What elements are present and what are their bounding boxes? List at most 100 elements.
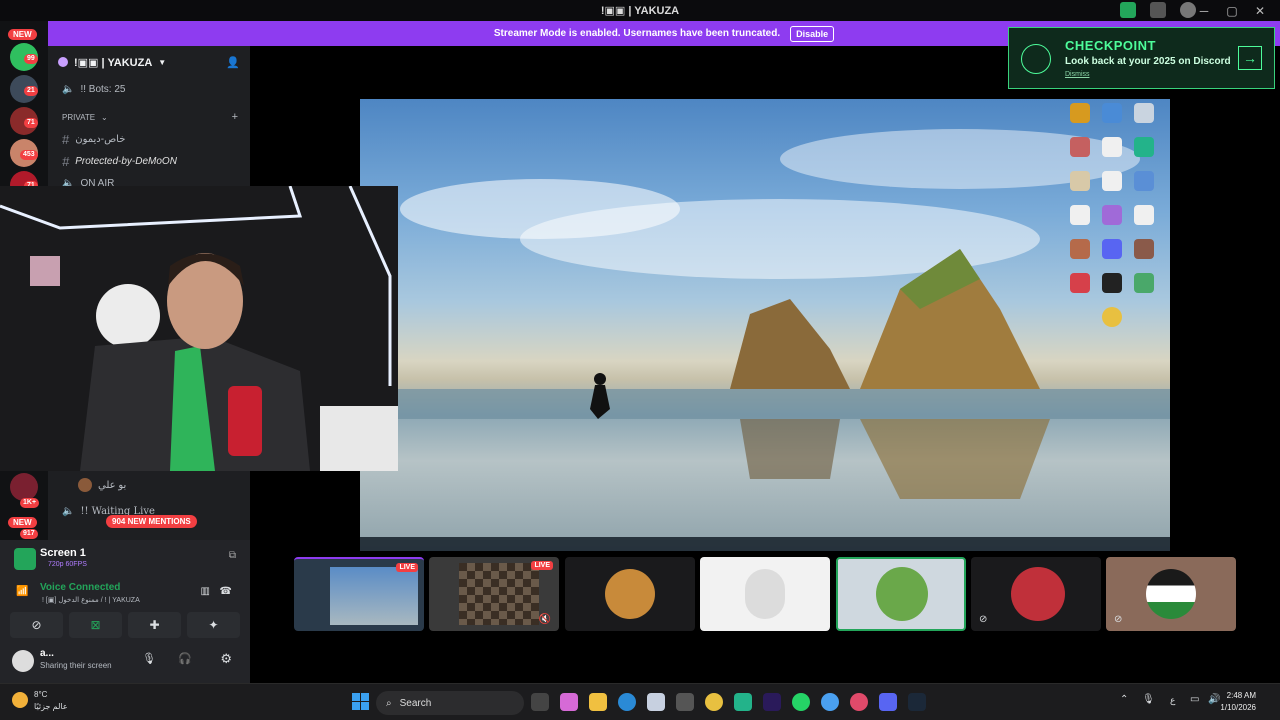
checkpoint-title: CHECKPOINT bbox=[1065, 38, 1156, 53]
participant-tile-stream[interactable]: LIVE bbox=[294, 557, 424, 631]
mention-badge: 453 bbox=[20, 150, 38, 160]
voice-channel-bots[interactable]: 🔈 !! Bots: 25 bbox=[48, 78, 250, 100]
language-indicator[interactable]: ع bbox=[1170, 695, 1175, 706]
arrow-right-icon[interactable]: → bbox=[1238, 46, 1262, 70]
chrome-icon[interactable] bbox=[1102, 307, 1122, 327]
participant-tile-stream[interactable]: LIVE 🔇 bbox=[429, 557, 559, 631]
maximize-button[interactable]: ▢ bbox=[1220, 4, 1244, 18]
participant-tile[interactable] bbox=[565, 557, 695, 631]
chrome-icon[interactable] bbox=[705, 693, 723, 711]
screen-share-row[interactable]: Screen 1 720p 60FPS ⧉ bbox=[10, 546, 240, 572]
participant-tile[interactable] bbox=[700, 557, 830, 631]
participant-tile-speaking[interactable] bbox=[836, 557, 966, 631]
voice-channel-name: ! [▣] ممنوع الدخول / ! | YAKUZA bbox=[42, 597, 140, 604]
channel-demoon[interactable]: # خاص-ديمون bbox=[48, 128, 250, 150]
app-icon[interactable] bbox=[1070, 171, 1090, 191]
soundboard-button[interactable]: ✦ bbox=[187, 612, 240, 638]
channel-label: !! Bots: 25 bbox=[80, 83, 126, 95]
user-status: Sharing their screen bbox=[40, 661, 112, 670]
app-icon[interactable] bbox=[734, 693, 752, 711]
app-icon[interactable] bbox=[1070, 103, 1090, 123]
microphone-icon[interactable]: 🎙 bbox=[142, 652, 156, 665]
system-clock[interactable]: 2:48 AM 1/10/2026 bbox=[1220, 690, 1256, 714]
app-icon[interactable] bbox=[1134, 137, 1154, 157]
activities-button[interactable]: ✚ bbox=[128, 612, 181, 638]
app-icon[interactable] bbox=[676, 693, 694, 711]
user-name: a... bbox=[40, 648, 54, 659]
invite-icon[interactable]: 👤 bbox=[226, 56, 240, 69]
streamer-mode-text: Streamer Mode is enabled. Usernames have… bbox=[493, 28, 781, 39]
voice-connected-row[interactable]: 📶 Voice Connected ! [▣] ممنوع الدخول / !… bbox=[10, 580, 240, 610]
search-box[interactable]: ⌕ Search bbox=[376, 691, 524, 715]
voice-status: Voice Connected bbox=[40, 582, 121, 593]
file-icon[interactable] bbox=[1134, 205, 1154, 225]
category-label: PRIVATE bbox=[62, 112, 96, 122]
remote-taskbar bbox=[360, 537, 1170, 551]
channel-label: خاص-ديمون bbox=[75, 133, 126, 145]
file-explorer-icon[interactable] bbox=[589, 693, 607, 711]
participant-tile[interactable]: ⊘ bbox=[971, 557, 1101, 631]
new-mentions-pill[interactable]: 904 NEW MENTIONS bbox=[106, 515, 197, 528]
app-icon[interactable] bbox=[1134, 171, 1154, 191]
channel-protected[interactable]: # Protected-by-DeMoON bbox=[48, 150, 250, 172]
add-channel-icon[interactable]: + bbox=[232, 111, 238, 123]
weather-label: عالم جزئيًا bbox=[34, 702, 68, 711]
steam-icon[interactable] bbox=[908, 693, 926, 711]
new-badge: NEW bbox=[8, 29, 37, 40]
whatsapp-icon[interactable] bbox=[792, 693, 810, 711]
minimize-button[interactable]: ─ bbox=[1192, 4, 1216, 18]
app-icon[interactable] bbox=[1102, 205, 1122, 225]
camera-toggle-button[interactable]: ⊘ bbox=[10, 612, 63, 638]
category-private[interactable]: PRIVATE ⌄ + bbox=[48, 106, 250, 128]
popout-icon[interactable]: ⧉ bbox=[229, 550, 236, 561]
discord-icon[interactable] bbox=[1102, 239, 1122, 259]
tray-chevron-icon[interactable]: ⌃ bbox=[1120, 694, 1128, 705]
edge-icon[interactable] bbox=[618, 693, 636, 711]
task-view-icon[interactable] bbox=[531, 693, 549, 711]
microphone-tray-icon[interactable]: 🎙 bbox=[1142, 694, 1155, 705]
checkpoint-promo[interactable]: CHECKPOINT Look back at your 2025 on Dis… bbox=[1008, 27, 1275, 89]
network-icon[interactable]: ▭ bbox=[1190, 694, 1199, 705]
gear-icon[interactable]: ⚙ bbox=[220, 651, 232, 667]
premiere-icon[interactable] bbox=[763, 693, 781, 711]
volume-icon[interactable]: 🔊 bbox=[1208, 694, 1220, 705]
participant-tile[interactable]: ⊘ bbox=[1106, 557, 1236, 631]
inbox-flag-icon[interactable] bbox=[1120, 2, 1136, 18]
start-button[interactable] bbox=[352, 693, 369, 710]
mention-badge: 1K+ bbox=[20, 498, 40, 508]
app-icon[interactable] bbox=[1070, 239, 1090, 259]
app-icon[interactable] bbox=[1134, 239, 1154, 259]
discord-icon[interactable] bbox=[879, 693, 897, 711]
file-icon[interactable] bbox=[1102, 137, 1122, 157]
app-icon[interactable] bbox=[1070, 137, 1090, 157]
store-icon[interactable] bbox=[647, 693, 665, 711]
file-icon[interactable] bbox=[1102, 171, 1122, 191]
app-icon[interactable] bbox=[1134, 103, 1154, 123]
avatar bbox=[745, 569, 785, 619]
shared-screen-stream[interactable] bbox=[360, 99, 1170, 551]
live-badge: LIVE bbox=[531, 561, 553, 570]
close-button[interactable]: ✕ bbox=[1248, 4, 1272, 18]
screen-icon[interactable] bbox=[1150, 2, 1166, 18]
music-icon[interactable] bbox=[850, 693, 868, 711]
weather-widget[interactable]: 8°C عالم جزئيًا bbox=[10, 688, 90, 716]
voice-user-row[interactable]: بو علي bbox=[48, 474, 250, 496]
app-icon[interactable] bbox=[1070, 273, 1090, 293]
disconnect-icon[interactable]: ☎ bbox=[220, 586, 232, 597]
app-icon[interactable] bbox=[1134, 273, 1154, 293]
screen-share-button[interactable]: ⊠ bbox=[69, 612, 122, 638]
headphones-icon[interactable]: 🎧 bbox=[178, 652, 192, 665]
disable-streamer-button[interactable]: Disable bbox=[790, 25, 835, 42]
guild-header[interactable]: !▣▣ | YAKUZA ▼ 👤 bbox=[48, 46, 250, 78]
app-icon[interactable] bbox=[1102, 103, 1122, 123]
app-icon[interactable] bbox=[821, 693, 839, 711]
avatar bbox=[1011, 567, 1065, 621]
server-icon[interactable] bbox=[10, 473, 38, 501]
copilot-icon[interactable] bbox=[560, 693, 578, 711]
noise-suppression-icon[interactable]: ▥ bbox=[201, 586, 210, 597]
app-icon[interactable] bbox=[1102, 273, 1122, 293]
checkpoint-dismiss-link[interactable]: Dismiss bbox=[1065, 71, 1090, 78]
hash-icon: # bbox=[62, 153, 70, 169]
file-icon[interactable] bbox=[1070, 205, 1090, 225]
current-user[interactable]: a... Sharing their screen 🎙 🎧 ⚙ bbox=[10, 646, 240, 674]
